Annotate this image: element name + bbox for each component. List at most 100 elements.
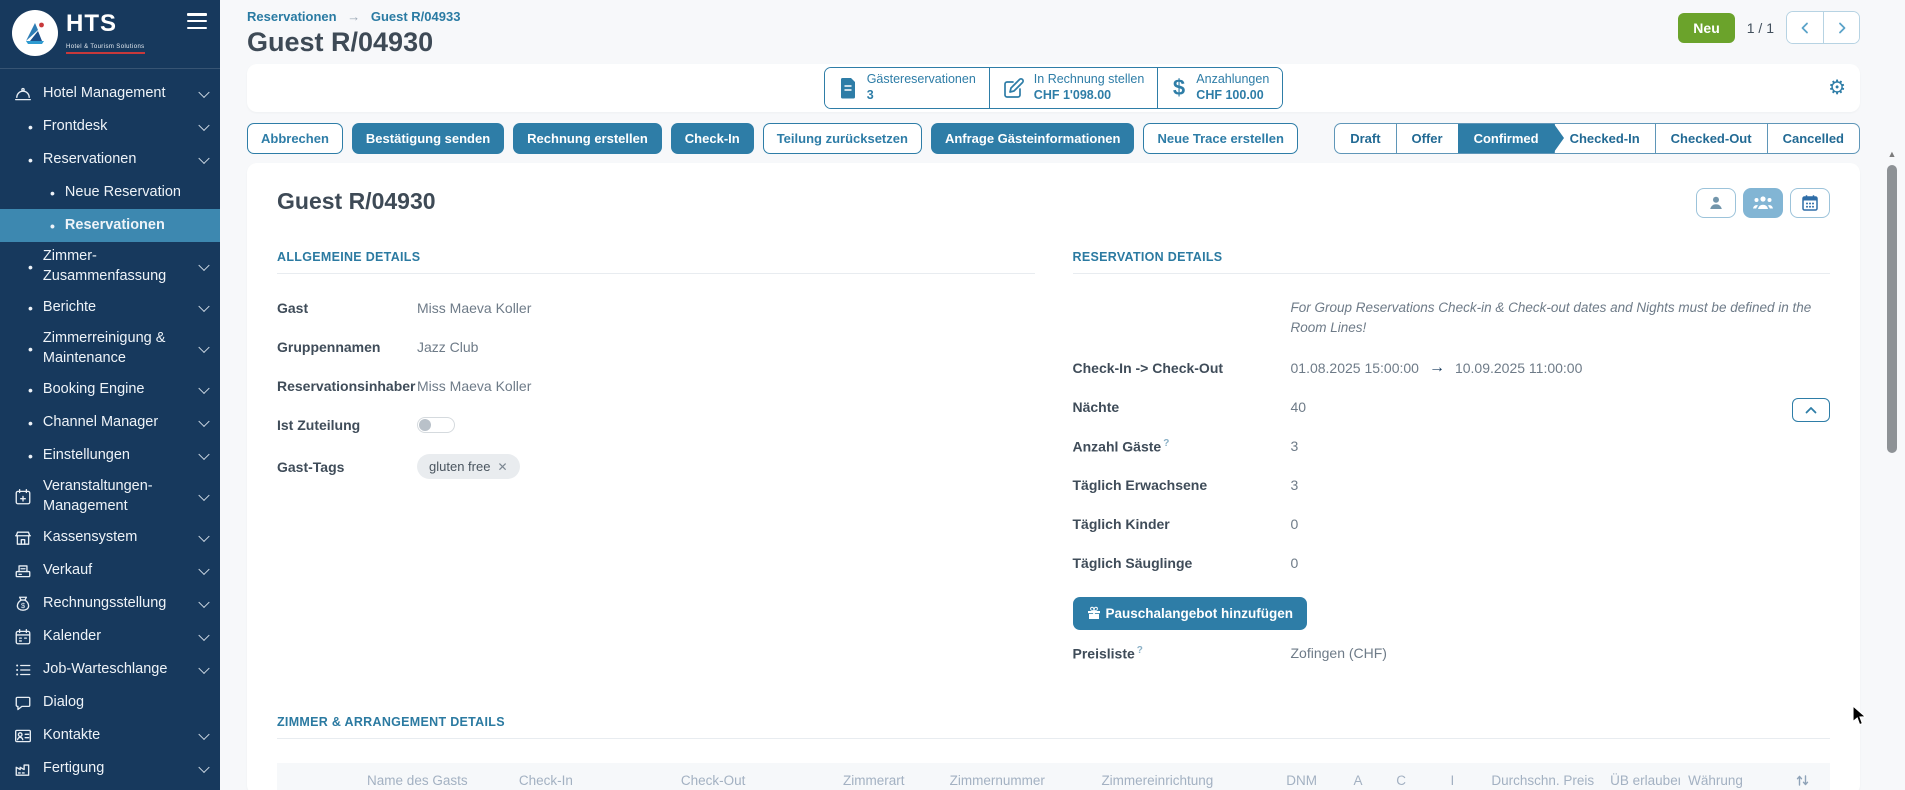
gruppennamen-value[interactable]: Jazz Club <box>417 339 478 355</box>
preisliste-value[interactable]: Zofingen (CHF) <box>1291 645 1387 661</box>
abbrechen-button[interactable]: Abbrechen <box>247 123 343 154</box>
sidebar-item-rechnungsstellung[interactable]: $ Rechnungsstellung <box>0 587 220 620</box>
new-button[interactable]: Neu <box>1678 13 1734 43</box>
sidebar-item-mitarbeiter[interactable]: Mitarbeiter <box>0 785 220 790</box>
zimmer-arrangement-section: ZIMMER & ARRANGEMENT DETAILS Name des Ga… <box>277 715 1830 790</box>
sidebar-item-fertigung[interactable]: Fertigung <box>0 752 220 785</box>
sidebar-item-zimmerreinigung[interactable]: Zimmerreinigung & Maintenance <box>0 324 220 373</box>
scrollbar-up-arrow-icon[interactable] <box>1888 150 1897 159</box>
status-draft[interactable]: Draft <box>1335 124 1395 153</box>
sidebar-item-neue-reservation[interactable]: Neue Reservation <box>0 176 220 209</box>
stat-gaestereservationen[interactable]: Gästereservationen 3 <box>825 68 989 107</box>
group-reservation-note: For Group Reservations Check-in & Check-… <box>1291 298 1831 339</box>
col-checkin: Check-In <box>511 763 673 790</box>
chat-icon <box>14 694 32 712</box>
status-checked-out[interactable]: Checked-Out <box>1655 124 1767 153</box>
ist-zuteilung-toggle[interactable] <box>417 417 455 433</box>
sidebar-item-reservationen[interactable]: Reservationen <box>0 143 220 176</box>
sidebar-item-zimmer-zusammenfassung[interactable]: Zimmer-Zusammenfassung <box>0 242 220 291</box>
list-icon <box>14 661 32 679</box>
gast-value[interactable]: Miss Maeva Koller <box>417 300 531 316</box>
neue-trace-erstellen-button[interactable]: Neue Trace erstellen <box>1143 123 1297 154</box>
calendar-view-button[interactable] <box>1790 188 1830 218</box>
sidebar-item-veranstaltungen-management[interactable]: Veranstaltungen-Management <box>0 472 220 521</box>
scrollbar[interactable] <box>1886 150 1898 453</box>
anfrage-gaesteinformationen-button[interactable]: Anfrage Gästeinformationen <box>931 123 1135 154</box>
calendar-icon <box>14 628 32 646</box>
brand-tagline: Hotel & Tourism Solutions <box>66 44 145 54</box>
edit-icon <box>1003 77 1025 99</box>
gift-icon <box>1087 606 1101 620</box>
sidebar-item-verkauf[interactable]: Verkauf <box>0 554 220 587</box>
sidebar-item-job-warteschlange[interactable]: Job-Warteschlange <box>0 653 220 686</box>
teilung-zuruecksetzen-button[interactable]: Teilung zurücksetzen <box>763 123 922 154</box>
group-view-button[interactable] <box>1743 188 1783 218</box>
field-reservationsinhaber: Reservationsinhaber Miss Maeva Koller <box>277 376 1035 395</box>
sidebar-item-reservationen-list[interactable]: Reservationen <box>0 209 220 242</box>
saeuglinge-value[interactable]: 0 <box>1291 555 1299 571</box>
breadcrumb-guest-link[interactable]: Guest R/04933 <box>371 9 461 24</box>
sort-icon[interactable] <box>1795 773 1810 788</box>
col-zimmernummer: Zimmernummer <box>942 763 1094 790</box>
sidebar-item-booking-engine[interactable]: Booking Engine <box>0 373 220 406</box>
document-icon <box>838 77 858 99</box>
anzahl-gaeste-value: 3 <box>1291 438 1299 454</box>
check-in-button[interactable]: Check-In <box>671 123 754 154</box>
gast-tag[interactable]: gluten free ✕ <box>417 454 520 479</box>
sidebar-item-dialog[interactable]: Dialog <box>0 686 220 719</box>
next-page-button[interactable] <box>1823 12 1859 43</box>
stat-in-rechnung-stellen[interactable]: In Rechnung stellen CHF 1'098.00 <box>989 68 1158 107</box>
arrow-right-icon: → <box>1429 359 1445 377</box>
hamburger-menu-icon[interactable] <box>187 13 207 29</box>
status-offer[interactable]: Offer <box>1396 124 1458 153</box>
chevron-down-icon <box>198 597 209 608</box>
pauschalangebot-hinzufuegen-button[interactable]: Pauschalangebot hinzufügen <box>1073 597 1308 630</box>
help-icon: ? <box>1137 645 1143 656</box>
chevron-down-icon <box>198 119 209 130</box>
sidebar-item-kalender[interactable]: Kalender <box>0 620 220 653</box>
settings-gear-icon[interactable]: ⚙ <box>1828 78 1846 98</box>
page-title: Guest R/04930 <box>247 27 460 58</box>
field-gast: Gast Miss Maeva Koller <box>277 298 1035 317</box>
collapse-section-button[interactable] <box>1792 398 1830 422</box>
scrollbar-thumb[interactable] <box>1887 165 1897 453</box>
stat-anzahlungen[interactable]: $ Anzahlungen CHF 100.00 <box>1157 68 1282 107</box>
breadcrumb-reservationen-link[interactable]: Reservationen <box>247 9 337 24</box>
naechte-value: 40 <box>1291 399 1307 415</box>
status-confirmed[interactable]: Confirmed <box>1458 124 1554 153</box>
bestaetigung-senden-button[interactable]: Bestätigung senden <box>352 123 504 154</box>
checkin-value[interactable]: 01.08.2025 15:00:00 <box>1291 360 1419 376</box>
chevron-left-icon <box>1800 22 1810 34</box>
kinder-value[interactable]: 0 <box>1291 516 1299 532</box>
reservationsinhaber-value[interactable]: Miss Maeva Koller <box>417 378 531 394</box>
col-children: C <box>1379 763 1424 790</box>
sidebar-item-hotel-management[interactable]: Hotel Management <box>0 77 220 110</box>
sidebar-item-channel-manager[interactable]: Channel Manager <box>0 406 220 439</box>
sidebar-item-kassensystem[interactable]: Kassensystem <box>0 521 220 554</box>
col-name: Name des Gasts <box>359 763 511 790</box>
col-zimmerart: Zimmerart <box>835 763 942 790</box>
chevron-down-icon <box>198 490 209 501</box>
erwachsene-value[interactable]: 3 <box>1291 477 1299 493</box>
chevron-down-icon <box>198 415 209 426</box>
checkout-value[interactable]: 10.09.2025 11:00:00 <box>1455 360 1582 376</box>
status-checked-in[interactable]: Checked-In <box>1554 124 1655 153</box>
allgemeine-details-section: ALLGEMEINE DETAILS Gast Miss Maeva Kolle… <box>277 250 1035 683</box>
prev-page-button[interactable] <box>1787 12 1823 43</box>
reservation-details-section: RESERVATION DETAILS For Group Reservatio… <box>1073 250 1831 683</box>
rechnung-erstellen-button[interactable]: Rechnung erstellen <box>513 123 662 154</box>
remove-tag-icon[interactable]: ✕ <box>497 460 507 474</box>
chevron-down-icon <box>198 86 209 97</box>
sidebar-item-frontdesk[interactable]: Frontdesk <box>0 110 220 143</box>
calendar-grid-icon <box>1801 194 1819 212</box>
sidebar-logo: HTS Hotel & Tourism Solutions <box>0 0 220 69</box>
sidebar-item-einstellungen[interactable]: Einstellungen <box>0 439 220 472</box>
single-guest-view-button[interactable] <box>1696 188 1736 218</box>
col-checkout: Check-Out <box>673 763 835 790</box>
status-pipeline: Draft Offer Confirmed Checked-In Checked… <box>1334 123 1860 154</box>
sidebar-item-berichte[interactable]: Berichte <box>0 291 220 324</box>
chevron-up-icon <box>1805 406 1817 414</box>
field-gruppennamen: Gruppennamen Jazz Club <box>277 337 1035 356</box>
status-cancelled[interactable]: Cancelled <box>1767 124 1859 153</box>
sidebar-item-kontakte[interactable]: Kontakte <box>0 719 220 752</box>
